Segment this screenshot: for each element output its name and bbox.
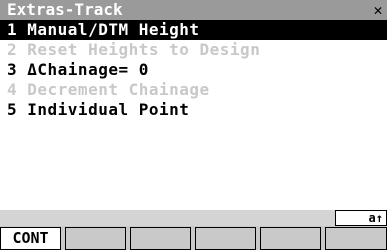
softkey-4[interactable] — [195, 227, 256, 250]
softkey-2[interactable] — [65, 227, 126, 250]
menu-item-individual-point[interactable]: 5 Individual Point — [0, 100, 387, 120]
cont-button[interactable]: CONT — [0, 227, 61, 250]
screen: Extras-Track ✕ 1 Manual/DTM Height 2 Res… — [0, 0, 387, 250]
menu-item-decrement-chainage: 4 Decrement Chainage — [7, 80, 210, 99]
menu-item-reset-heights: 2 Reset Heights to Design — [7, 40, 261, 59]
menu-item-delta-chainage[interactable]: 3 ΔChainage= 0 — [0, 60, 387, 80]
title-bar: Extras-Track ✕ — [0, 0, 387, 20]
softkey-6[interactable] — [325, 227, 387, 250]
menu-item-manual-dtm-height[interactable]: 1 Manual/DTM Height — [0, 20, 387, 40]
softkey-bar: CONT — [0, 226, 387, 250]
input-mode-indicator: a↑ — [335, 210, 387, 226]
status-bar: a↑ — [0, 210, 387, 226]
softkey-3[interactable] — [130, 227, 191, 250]
softkey-5[interactable] — [260, 227, 321, 250]
close-icon[interactable]: ✕ — [371, 0, 385, 20]
menu-list: 1 Manual/DTM Height 2 Reset Heights to D… — [0, 20, 387, 120]
window-title: Extras-Track — [7, 0, 123, 19]
